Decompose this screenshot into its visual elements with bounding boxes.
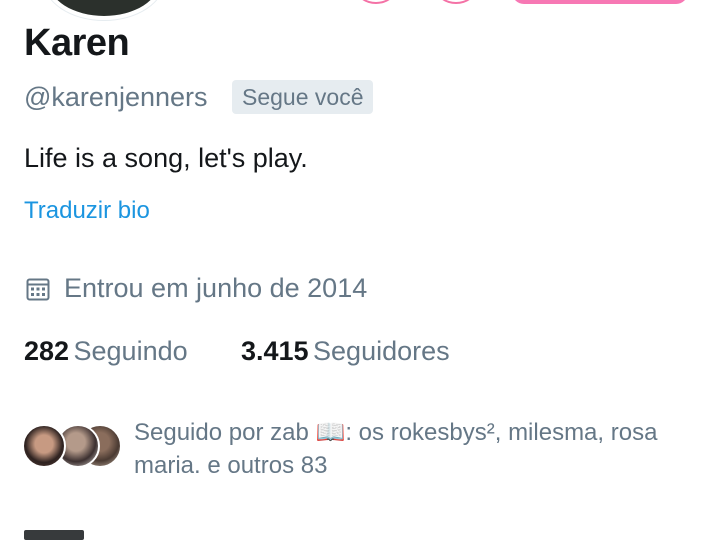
following-stat[interactable]: 282 Seguindo xyxy=(24,336,188,367)
following-label: Seguindo xyxy=(73,336,188,366)
follow-button[interactable] xyxy=(512,0,688,4)
followed-by-text[interactable]: Seguido por zab 📖: os rokesbys², milesma… xyxy=(134,416,704,482)
profile-handle: @karenjenners xyxy=(24,82,208,112)
follower-avatar xyxy=(22,424,66,468)
followers-label: Seguidores xyxy=(313,336,450,366)
notification-bell-button[interactable] xyxy=(356,0,396,4)
followers-count: 3.415 xyxy=(241,336,309,366)
more-options-button[interactable] xyxy=(436,0,476,4)
tab-media[interactable] xyxy=(486,528,586,540)
following-count: 282 xyxy=(24,336,70,366)
follows-you-badge: Segue você xyxy=(232,80,374,114)
tab-tweets[interactable] xyxy=(24,530,84,540)
profile-name: Karen xyxy=(24,22,130,64)
followers-stat[interactable]: 3.415 Seguidores xyxy=(241,336,450,367)
tab-likes[interactable] xyxy=(620,528,710,540)
joined-date: Entrou em junho de 2014 xyxy=(64,273,368,303)
profile-bio: Life is a song, let's play. xyxy=(24,143,308,173)
profile-avatar[interactable] xyxy=(44,0,164,20)
calendar-icon xyxy=(26,278,50,301)
translate-bio-link[interactable]: Traduzir bio xyxy=(24,197,150,225)
